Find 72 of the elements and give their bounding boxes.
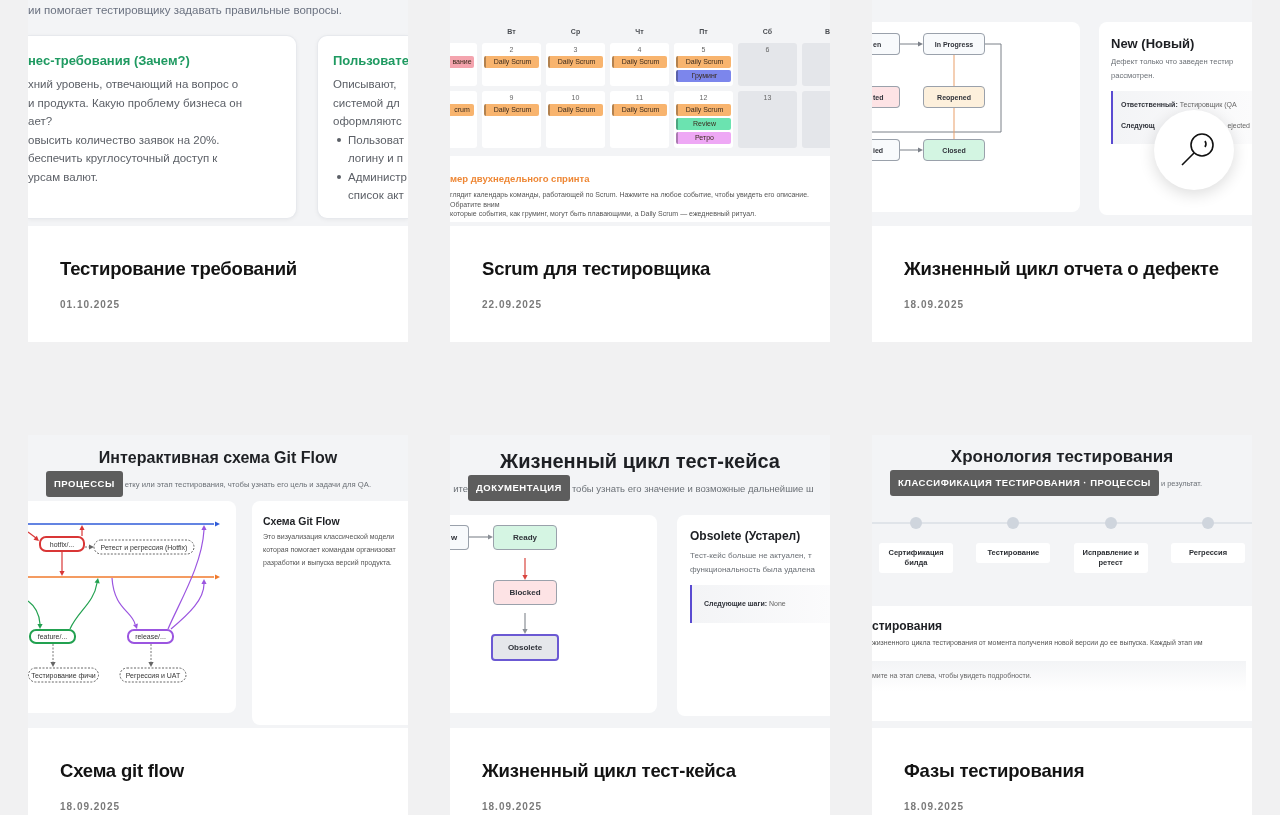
bullet-icon: [337, 137, 341, 142]
post-card[interactable]: [450, 0, 830, 342]
post-title[interactable]: Схема git flow: [60, 758, 185, 784]
requirement-heading: Пользовате: [333, 52, 408, 69]
requirement-text: системой дл: [333, 95, 400, 110]
post-date: 18.09.2025: [904, 298, 965, 312]
post-title[interactable]: Жизненный цикл отчета о дефекте: [904, 256, 1219, 282]
requirement-text: Администр: [348, 169, 407, 184]
requirement-text: урсам валют.: [28, 169, 98, 184]
dashed-arrow: [50, 643, 56, 667]
merge-arrow: [69, 578, 100, 630]
category-badge: ПРОЦЕССЫ: [46, 471, 123, 497]
preview-heading: Хронология тестирования: [950, 446, 1174, 468]
description-heading: мер двухнедельного спринта: [450, 173, 590, 185]
preview-heading: Интерактивная схема Git Flow: [98, 448, 338, 468]
post-title[interactable]: Жизненный цикл тест-кейса: [482, 758, 736, 784]
step-dot-icon: [1202, 517, 1214, 529]
requirement-text: хний уровень, отвечающий на вопрос о: [28, 77, 239, 92]
detail-heading: New (Новый): [1111, 36, 1195, 52]
requirement-text: овысить количество заявок на 20%.: [28, 132, 220, 147]
step-dot-icon: [910, 517, 922, 529]
post-title[interactable]: Scrum для тестировщика: [482, 256, 711, 282]
requirement-text: ает?: [28, 114, 53, 129]
requirement-text: список акт: [348, 188, 404, 203]
post-date: 01.10.2025: [60, 298, 121, 312]
detail-heading: Obsolete (Устарел): [690, 528, 801, 545]
flow-arrow: [468, 534, 493, 540]
requirement-text: оформляютс: [333, 114, 402, 129]
requirement-text: логину и п: [348, 151, 403, 166]
step-dot-icon: [1007, 517, 1020, 529]
requirement-text: беспечить круглосуточный доступ к: [28, 151, 218, 166]
post-date: 18.09.2025: [60, 800, 121, 814]
post-title[interactable]: Тестирование требований: [60, 256, 297, 282]
post-date: 18.09.2025: [904, 800, 965, 814]
flow-arrow: [899, 147, 923, 153]
post-card[interactable]: [28, 435, 408, 815]
post-card[interactable]: [450, 435, 830, 815]
flow-arrow: [899, 41, 923, 47]
flow-arrow: [522, 557, 528, 580]
merge-arrow: [111, 577, 138, 629]
subtitle-text: ите: [453, 482, 468, 494]
category-badge: ДОКУМЕНТАЦИЯ: [468, 475, 570, 501]
preview-heading: Жизненный цикл тест-кейса: [500, 449, 780, 473]
detail-text: функциональность была удалена: [690, 564, 816, 576]
post-card[interactable]: [872, 435, 1252, 815]
post-card[interactable]: [28, 0, 408, 342]
requirement-text: Пользоват: [348, 132, 405, 147]
requirement-text: Описывают,: [333, 77, 397, 92]
intro-text: ии помогает тестировщику задавать правильные вопросы.: [28, 3, 343, 17]
merge-arrow: [79, 525, 85, 537]
flow-arrow: [522, 612, 528, 634]
bullet-icon: [337, 174, 341, 179]
merge-arrow: [28, 600, 43, 629]
step-dot-icon: [1104, 517, 1117, 529]
dashed-arrow: [148, 643, 154, 667]
subtitle-text: тобы узнать его значение и возможные дальнейшие ш: [571, 482, 814, 494]
status-node: Obsolete: [491, 634, 559, 661]
status-node: Ready: [493, 525, 557, 550]
merge-arrow: [59, 551, 65, 576]
status-node: w: [450, 525, 469, 550]
detail-text: Тест-кейс больше не актуален, т: [690, 550, 812, 562]
post-date: 18.09.2025: [482, 800, 543, 814]
dashed-arrow: [84, 544, 94, 550]
merge-arrow: [28, 531, 39, 541]
post-date: 22.09.2025: [482, 298, 543, 312]
category-badge: КЛАССИФИКАЦИЯ ТЕСТИРОВАНИЯ · ПРОЦЕССЫ: [890, 470, 1159, 496]
post-title[interactable]: Фазы тестирования: [904, 758, 1085, 784]
description-heading: стирования: [872, 618, 943, 634]
requirement-heading: нес-требования (Зачем?): [28, 52, 190, 69]
detail-heading: Схема Git Flow: [263, 514, 340, 529]
status-node: Blocked: [493, 580, 557, 605]
requirement-text: и продукта. Какую проблему бизнеса он: [28, 95, 243, 110]
